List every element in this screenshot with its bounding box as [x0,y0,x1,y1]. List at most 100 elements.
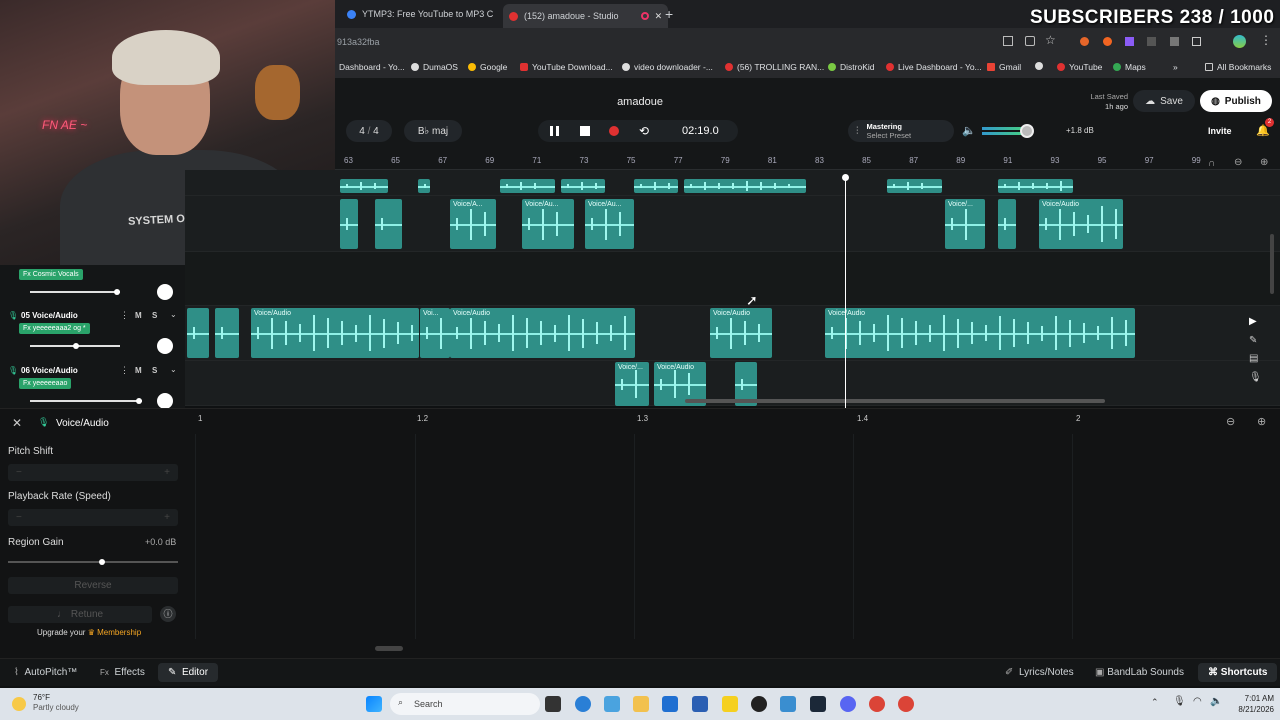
magnet-icon[interactable]: ∩ [1208,158,1215,169]
chevron-up-icon[interactable]: ⌃ [1151,697,1159,708]
playback-rate-stepper[interactable]: − + [8,509,178,526]
fx-badge[interactable]: Fx yeeeeeaaa2 og * [19,323,90,334]
volume-slider[interactable] [30,400,142,402]
microphone-icon[interactable]: 🎙 [1173,696,1186,707]
autopitch-tab[interactable]: ⌇ AutoPitch™ [14,667,77,678]
playhead[interactable] [845,178,846,408]
extension-icon[interactable] [1080,37,1089,46]
master-volume-slider[interactable] [982,127,1022,130]
audio-region[interactable]: Voice/... [615,362,649,406]
horizontal-scrollbar[interactable] [685,399,1105,403]
zoom-in-icon[interactable]: ⊕ [1260,157,1268,168]
windows-start-icon[interactable] [366,696,382,712]
close-icon[interactable]: ✕ [12,416,22,430]
audio-region[interactable] [418,179,430,193]
clock[interactable]: 7:01 AM 8/21/2026 [1228,693,1274,715]
pan-knob[interactable] [157,284,173,300]
chrome-icon[interactable] [869,696,885,712]
audio-region[interactable] [998,199,1016,249]
upgrade-text[interactable]: Upgrade your ♛ Membership [37,628,141,637]
vertical-scrollbar[interactable] [1270,234,1274,294]
song-title[interactable]: amadoue [590,96,690,108]
all-bookmarks[interactable]: All Bookmarks [1205,62,1271,72]
retune-button[interactable]: ♩ Retune [8,606,152,623]
edit-icon[interactable]: ✎ [1249,335,1257,346]
audio-region[interactable]: Voice/Audio [251,308,419,358]
reverse-button[interactable]: Reverse [8,577,178,594]
star-icon[interactable]: ☆ [1045,33,1056,47]
bookmark-item[interactable]: Live Dashboard - Yo... [886,62,982,72]
wifi-icon[interactable]: ◠ [1193,696,1202,707]
volume-slider[interactable] [30,291,120,293]
audio-region[interactable] [187,308,209,358]
zoom-out-icon[interactable]: ⊖ [1226,415,1235,428]
solo-button[interactable]: S [152,311,157,320]
speaker-icon[interactable]: 🔈 [1210,696,1222,707]
bookmark-item[interactable]: (56) TROLLING RAN... [725,62,824,72]
bookmark-item[interactable]: Maps [1113,62,1146,72]
chrome-icon[interactable] [898,696,914,712]
region-gain-slider[interactable] [8,561,178,563]
editor-tab[interactable]: ✎ Editor [158,663,219,682]
audio-region[interactable] [375,199,402,249]
fx-badge[interactable]: Fx yeeeeeaao [19,378,72,389]
audio-region[interactable] [561,179,605,193]
audio-region[interactable]: Voice/Au... [585,199,634,249]
menu-dots-icon[interactable]: ⋮ [1260,33,1272,47]
extension-icon[interactable] [1170,37,1179,46]
discord-icon[interactable] [840,696,856,712]
info-icon[interactable]: ⓘ [160,606,176,622]
outlook-icon[interactable] [662,696,678,712]
steam-icon[interactable] [810,696,826,712]
bookmark-item[interactable]: video downloader -... [622,62,713,72]
bookmark-item[interactable]: Dashboard - Yo... [339,62,405,72]
app-icon[interactable] [722,696,738,712]
taskbar-search[interactable]: ⌕ Search [390,693,540,715]
app-icon[interactable] [604,696,620,712]
audio-region[interactable] [500,179,555,193]
key-selector[interactable]: B♭ maj [404,120,462,142]
volume-icon[interactable]: 🔈 [962,124,976,137]
audio-region[interactable]: Voice/Audio [1039,199,1123,249]
audio-region[interactable]: Voice/A... [450,199,496,249]
bandlab-sounds-tab[interactable]: ▣ BandLab Sounds [1095,667,1184,678]
weather-widget[interactable]: 76°F Partly cloudy [33,693,79,713]
audio-region[interactable] [684,179,806,193]
extension-icon[interactable] [1125,37,1134,46]
store-icon[interactable] [692,696,708,712]
timeline-ruler[interactable]: 63 65 67 69 71 73 75 77 79 81 83 85 87 89 91 93 95 97 99 [335,154,1280,170]
weather-icon[interactable] [12,697,26,711]
edge-icon[interactable] [575,696,591,712]
comment-icon[interactable]: ▤ [1249,353,1258,364]
pan-knob[interactable] [157,338,173,354]
plus-icon[interactable]: + [164,512,170,523]
bookmark-item[interactable]: Gmail [987,62,1021,72]
microphone-icon[interactable]: 🎙 [1249,372,1262,383]
address-bar[interactable]: 913a32fba ☆ ⋮ [335,28,1280,56]
chevron-down-icon[interactable]: ⌄ [170,365,177,374]
bookmark-item[interactable]: YouTube [1057,62,1102,72]
track-menu-icon[interactable]: ⋮ [120,365,129,376]
shortcuts-button[interactable]: ⌘ Shortcuts [1198,663,1278,682]
audio-region[interactable] [634,179,678,193]
publish-button[interactable]: ◍ Publish [1200,90,1272,112]
mute-button[interactable]: M [135,366,142,375]
fx-badge[interactable]: Fx Cosmic Vocals [19,269,83,280]
zoom-in-icon[interactable]: ⊕ [1257,415,1266,428]
volume-slider-handle[interactable] [73,343,79,349]
app-icon[interactable] [780,696,796,712]
effects-tab[interactable]: Fx Effects [100,667,145,678]
audio-region[interactable] [998,179,1073,193]
app-icon[interactable] [751,696,767,712]
record-icon[interactable] [609,126,619,136]
reader-icon[interactable] [1003,36,1013,46]
audio-region[interactable] [340,199,358,249]
audio-region[interactable]: Voice/Audio [825,308,1135,358]
zoom-out-icon[interactable]: ⊖ [1234,157,1242,168]
lyrics-tab[interactable]: ✐ Lyrics/Notes [1005,667,1074,678]
bookmark-item[interactable]: Google [468,62,507,72]
extension-icon[interactable] [1103,37,1112,46]
track-name[interactable]: 06 Voice/Audio [21,366,78,375]
volume-slider-handle[interactable] [114,289,120,295]
pan-knob[interactable] [157,393,173,409]
